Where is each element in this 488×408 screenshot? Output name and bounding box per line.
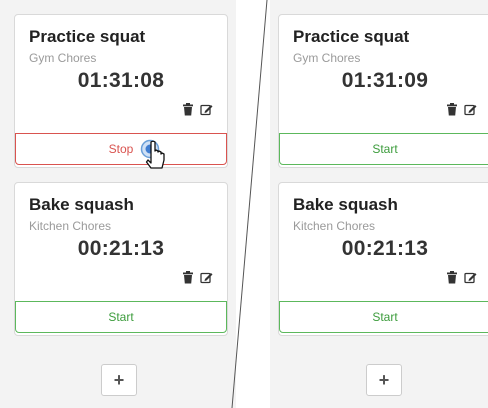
divider-line [231, 0, 268, 408]
